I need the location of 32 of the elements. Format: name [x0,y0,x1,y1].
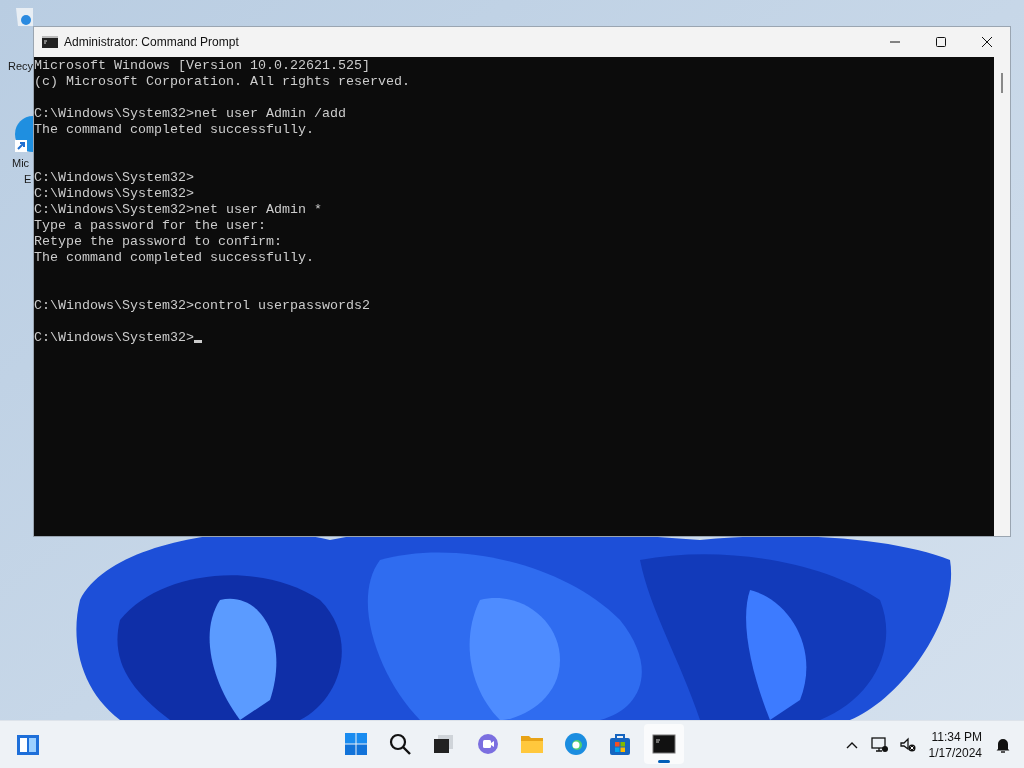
close-icon [981,36,993,48]
console-line: (c) Microsoft Corporation. All rights reserved. [34,74,410,89]
terminal-icon [652,732,676,756]
console-line: Type a password for the user: [34,218,266,233]
console-line: The command completed successfully. [34,122,314,137]
browser-icon [564,732,588,756]
console-line: C:\Windows\System32> [34,186,194,201]
clock[interactable]: 11:34 PM 1/17/2024 [922,724,988,765]
desktop-icon-label: Recy [8,59,34,73]
window-title: Administrator: Command Prompt [64,35,239,49]
console-line: C:\Windows\System32>net user Admin /add [34,106,346,121]
video-camera-icon [476,732,500,756]
console-icon [42,36,58,48]
console-line: C:\Windows\System32> [34,170,194,185]
console-line: C:\Windows\System32>control userpasswords2 [34,298,370,313]
windows-logo-icon [344,732,368,756]
recycle-bin-icon[interactable] [16,8,33,26]
task-view-icon [432,732,456,756]
console-line: C:\Windows\System32>net user Admin * [34,202,322,217]
browser-icon[interactable] [12,114,33,154]
console-line: Microsoft Windows [Version 10.0.22621.525] [34,58,370,73]
maximize-icon [935,36,947,48]
shopping-bag-icon [608,732,632,756]
desktop-icon-label: E [24,172,32,186]
console-line: The command completed successfully. [34,250,314,265]
text-cursor [193,340,202,343]
widgets-icon [16,732,40,757]
terminal-button[interactable] [644,724,684,764]
console-prompt: C:\Windows\System32> [34,330,194,345]
desktop-icon-label: Mic [12,156,30,170]
console-line: Retype the password to confirm: [34,234,282,249]
search-icon [388,732,412,756]
